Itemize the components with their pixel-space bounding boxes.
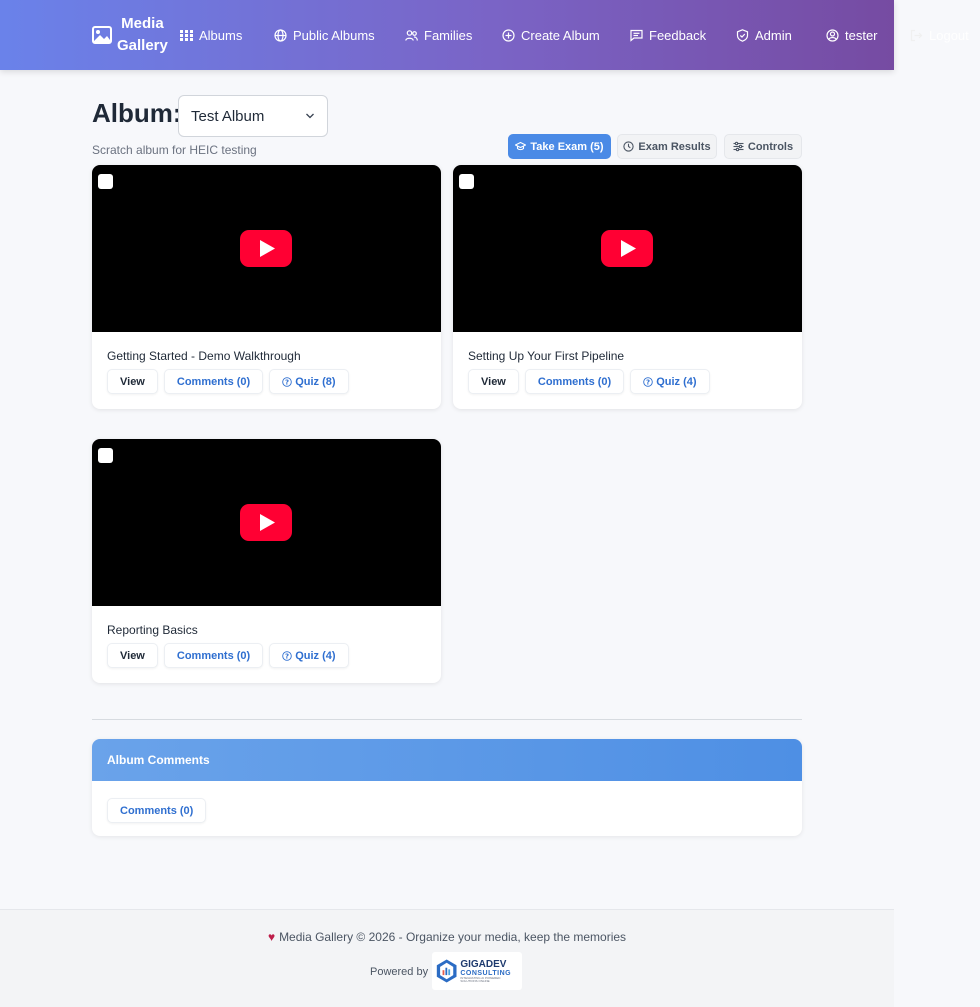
nav-feedback-label: Feedback [649, 27, 707, 43]
album-comments-header: Album Comments [92, 739, 802, 781]
album-description: Scratch album for HEIC testing [92, 143, 257, 157]
card-actions: View Comments (0) ? Quiz (8) [107, 369, 349, 394]
logout-icon [910, 29, 923, 41]
comments-button[interactable]: Comments (0) [524, 369, 625, 394]
nav-public-albums-label: Public Albums [293, 27, 375, 43]
nav-logout[interactable]: Logout [910, 26, 969, 44]
comments-button[interactable]: Comments (0) [163, 369, 264, 394]
comments-button[interactable]: Comments (0) [163, 643, 264, 668]
sliders-icon [733, 141, 744, 152]
video-title: Getting Started - Demo Walkthrough [107, 349, 301, 363]
exam-results-button[interactable]: Exam Results [617, 134, 717, 159]
video-player[interactable] [92, 439, 441, 606]
footer: ♥ Media Gallery © 2026 - Organize your me… [0, 909, 894, 1007]
quiz-button[interactable]: ? Quiz (4) [269, 643, 349, 668]
youtube-play-icon[interactable] [601, 230, 653, 267]
nav-admin-label: Admin [755, 27, 792, 43]
question-circle-icon: ? [282, 650, 292, 661]
brand-line-1: Media [121, 15, 164, 32]
nav-user-label: tester [845, 27, 878, 43]
video-player[interactable] [453, 165, 802, 332]
chevron-down-icon [306, 113, 314, 119]
heart-icon: ♥ [267, 930, 276, 944]
nav-admin[interactable]: Admin [736, 26, 792, 44]
company-logo-icon [436, 959, 457, 983]
brand-link[interactable]: Media Gallery [92, 13, 168, 57]
controls-button[interactable]: Controls [724, 134, 802, 159]
video-card: Setting Up Your First Pipeline View Comm… [453, 165, 802, 409]
brand-line-2: Gallery [117, 37, 168, 54]
quiz-button[interactable]: ? Quiz (4) [630, 369, 710, 394]
section-divider [92, 719, 802, 720]
view-button[interactable]: View [468, 369, 519, 394]
nav-families[interactable]: Families [405, 26, 472, 44]
grid-icon [180, 29, 193, 41]
quiz-label: Quiz (8) [295, 375, 336, 388]
users-icon [405, 29, 418, 41]
take-exam-button[interactable]: Take Exam (5) [508, 134, 611, 159]
logo-tagline: INTEGRATING AI POWERED SOLUTIONS ONLINE [460, 975, 501, 983]
graduation-cap-icon [515, 141, 527, 151]
user-circle-icon [826, 28, 839, 42]
nav-logout-label: Logout [929, 27, 969, 43]
brand-name: Media Gallery [117, 13, 168, 57]
plus-circle-icon [502, 28, 515, 42]
footer-text: Media Gallery © 2026 - Organize your med… [279, 930, 627, 944]
select-checkbox[interactable] [98, 448, 113, 463]
message-icon [630, 29, 643, 42]
logo-name: GIGADEV [460, 958, 507, 970]
globe-icon [274, 28, 287, 42]
nav-albums[interactable]: Albums [180, 26, 242, 44]
video-player[interactable] [92, 165, 441, 332]
video-title: Reporting Basics [107, 623, 198, 637]
gigadev-logo[interactable]: GIGADEV CONSULTING INTEGRATING AI POWERE… [432, 952, 522, 990]
navbar: Media Gallery Albums Public Albums Famil… [0, 0, 894, 70]
nav-families-label: Families [424, 27, 473, 43]
album-select[interactable]: Test Album [178, 95, 328, 137]
logo-text: GIGADEV CONSULTING INTEGRATING AI POWERE… [460, 958, 518, 983]
select-checkbox[interactable] [98, 174, 113, 189]
quiz-label: Quiz (4) [295, 649, 336, 662]
quiz-label: Quiz (4) [656, 375, 697, 388]
album-heading: Album: [92, 98, 182, 128]
nav-feedback[interactable]: Feedback [630, 26, 706, 44]
view-button[interactable]: View [107, 369, 158, 394]
album-comments-button[interactable]: Comments (0) [107, 798, 207, 823]
video-title: Setting Up Your First Pipeline [468, 349, 625, 363]
select-checkbox[interactable] [459, 174, 474, 189]
image-icon [92, 26, 112, 44]
nav-user[interactable]: tester [826, 26, 878, 44]
video-card: Getting Started - Demo Walkthrough View … [92, 165, 441, 409]
album-select-value: Test Album [191, 107, 265, 125]
album-comments-panel: Album Comments Comments (0) [92, 739, 802, 836]
question-circle-icon: ? [643, 376, 653, 387]
nav-albums-label: Albums [199, 27, 243, 43]
youtube-play-icon[interactable] [240, 230, 292, 267]
card-actions: View Comments (0) ? Quiz (4) [468, 369, 710, 394]
view-button[interactable]: View [107, 643, 158, 668]
youtube-play-icon[interactable] [240, 504, 292, 541]
controls-label: Controls [747, 140, 794, 153]
svg-text:?: ? [285, 652, 289, 660]
exam-results-label: Exam Results [638, 140, 711, 153]
shield-icon [736, 28, 749, 42]
card-actions: View Comments (0) ? Quiz (4) [107, 643, 349, 668]
video-card: Reporting Basics View Comments (0) ? Qui… [92, 439, 441, 683]
clock-icon [623, 141, 635, 152]
footer-text-line: ♥ Media Gallery © 2026 - Organize your me… [0, 930, 894, 944]
nav-create-album[interactable]: Create Album [502, 26, 600, 44]
quiz-button[interactable]: ? Quiz (8) [269, 369, 349, 394]
powered-by-label: Powered by [370, 966, 429, 978]
svg-text:?: ? [285, 378, 289, 386]
nav-create-album-label: Create Album [521, 27, 600, 43]
take-exam-label: Take Exam (5) [530, 140, 604, 153]
nav-public-albums[interactable]: Public Albums [274, 26, 375, 44]
svg-text:?: ? [646, 378, 650, 386]
question-circle-icon: ? [282, 376, 292, 387]
